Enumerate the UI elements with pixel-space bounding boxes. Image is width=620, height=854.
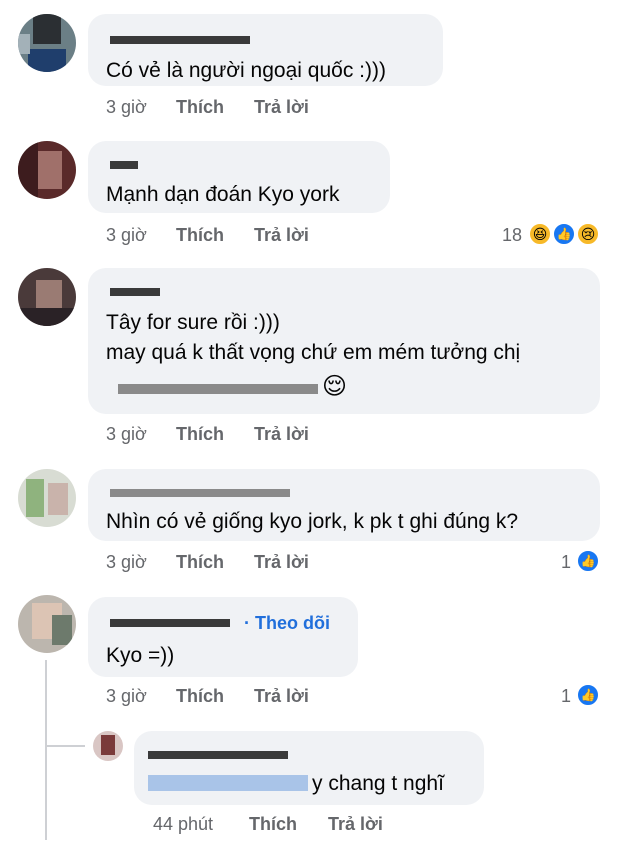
comment-bubble: · Theo dõi Kyo =)) — [88, 597, 358, 677]
comment-text: Nhìn có vẻ giống kyo jork, k pk t ghi đú… — [106, 510, 519, 533]
like-icon: 👍 — [576, 549, 600, 573]
reply-button[interactable]: Trả lời — [254, 97, 309, 118]
follow-link[interactable]: · Theo dõi — [244, 613, 330, 634]
comment-bubble: Nhìn có vẻ giống kyo jork, k pk t ghi đú… — [88, 469, 600, 541]
comment-time[interactable]: 3 giờ — [106, 424, 147, 445]
comment-text-line2: may quá k thất vọng chứ em mém tưởng chị — [106, 341, 521, 364]
reply-time[interactable]: 44 phút — [153, 814, 213, 835]
like-label: Thích — [249, 814, 297, 834]
comment-time[interactable]: 3 giờ — [106, 225, 147, 246]
comment-text-line1: Tây for sure rồi :))) — [106, 311, 280, 334]
reply-label: Trả lời — [328, 814, 383, 834]
comment-text: Mạnh dạn đoán Kyo york — [106, 183, 340, 206]
avatar[interactable] — [18, 268, 76, 326]
avatar[interactable] — [93, 731, 123, 761]
author-name[interactable] — [110, 489, 290, 497]
blurred-text — [118, 384, 318, 394]
blurred-mention — [148, 775, 308, 791]
reply-button[interactable]: Trả lời — [328, 814, 383, 835]
like-icon: 👍 — [576, 683, 600, 707]
sad-icon: 😢 — [576, 222, 600, 246]
reply-button[interactable]: Trả lời — [254, 552, 309, 573]
author-name[interactable] — [110, 36, 250, 44]
author-name[interactable] — [110, 161, 138, 169]
like-label: Thích — [176, 225, 224, 245]
reaction-count[interactable]: 1 — [561, 686, 571, 707]
thread-connector — [45, 660, 47, 840]
like-button[interactable]: Thích — [176, 686, 224, 707]
comment-text: Có vẻ là người ngoại quốc :))) — [106, 59, 386, 82]
relieved-face-icon: 😌 — [322, 373, 348, 400]
reply-button[interactable]: Trả lời — [254, 424, 309, 445]
reply-label: Trả lời — [254, 686, 309, 706]
comment-time[interactable]: 3 giờ — [106, 686, 147, 707]
author-name[interactable] — [110, 288, 160, 296]
avatar[interactable] — [18, 595, 76, 653]
like-label: Thích — [176, 97, 224, 117]
reply-text: y chang t nghĩ — [312, 772, 444, 795]
reply-label: Trả lời — [254, 225, 309, 245]
like-label: Thích — [176, 552, 224, 572]
reply-label: Trả lời — [254, 552, 309, 572]
avatar[interactable] — [18, 14, 76, 72]
thread-connector — [45, 745, 85, 747]
avatar[interactable] — [18, 469, 76, 527]
avatar[interactable] — [18, 141, 76, 199]
reaction-count[interactable]: 18 — [502, 225, 522, 246]
like-label: Thích — [176, 424, 224, 444]
like-button[interactable]: Thích — [176, 424, 224, 445]
author-name[interactable] — [148, 751, 288, 759]
reply-bubble: y chang t nghĩ — [134, 731, 484, 805]
comment-text: Kyo =)) — [106, 644, 175, 667]
comment-time[interactable]: 3 giờ — [106, 552, 147, 573]
like-label: Thích — [176, 686, 224, 706]
reply-button[interactable]: Trả lời — [254, 686, 309, 707]
like-button[interactable]: Thích — [176, 225, 224, 246]
like-button[interactable]: Thích — [176, 97, 224, 118]
like-button[interactable]: Thích — [249, 814, 297, 835]
reply-button[interactable]: Trả lời — [254, 225, 309, 246]
reaction-count[interactable]: 1 — [561, 552, 571, 573]
comment-bubble: Mạnh dạn đoán Kyo york — [88, 141, 390, 213]
reply-label: Trả lời — [254, 424, 309, 444]
comment-bubble: Tây for sure rồi :))) may quá k thất vọn… — [88, 268, 600, 414]
haha-icon: 😆 — [528, 222, 552, 246]
comment-time[interactable]: 3 giờ — [106, 97, 147, 118]
reply-label: Trả lời — [254, 97, 309, 117]
like-button[interactable]: Thích — [176, 552, 224, 573]
like-icon: 👍 — [552, 222, 576, 246]
comment-bubble: Có vẻ là người ngoại quốc :))) — [88, 14, 443, 86]
author-name[interactable] — [110, 619, 230, 627]
